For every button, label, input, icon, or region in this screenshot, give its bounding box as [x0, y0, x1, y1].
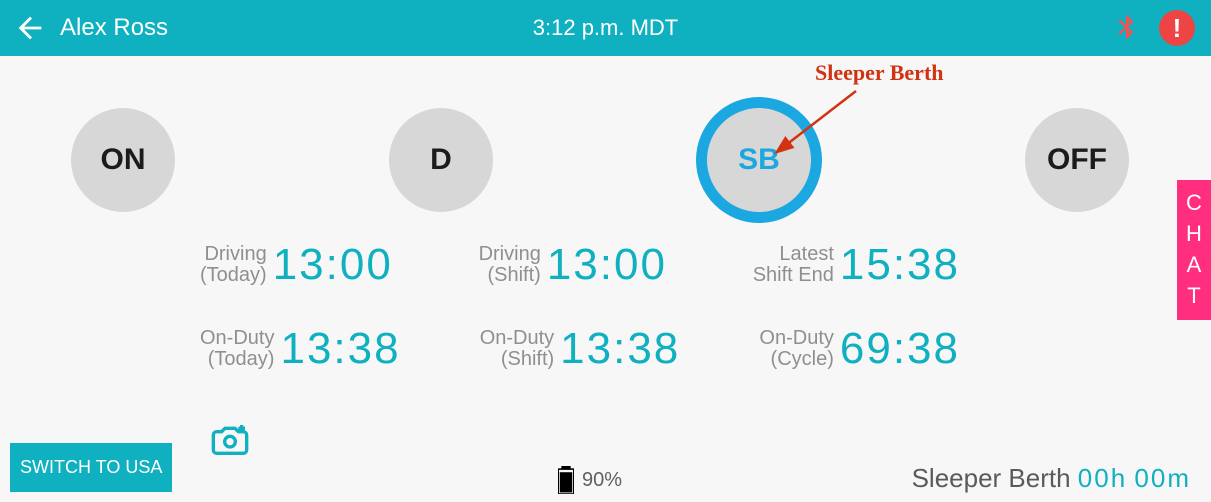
chat-letter: A [1187, 250, 1202, 281]
app-root: Alex Ross 3:12 p.m. MDT ! ON D SB OFF Sl… [0, 0, 1211, 502]
metric-label: Latest Shift End [753, 244, 834, 286]
chat-tab[interactable]: C H A T [1177, 180, 1211, 320]
driver-name: Alex Ross [60, 14, 168, 42]
annotation-label: Sleeper Berth [815, 60, 944, 86]
clock-display: 3:12 p.m. MDT [533, 15, 678, 41]
annotation-arrow-icon [770, 85, 870, 165]
metrics-grid: Driving (Today) 13:00 Driving (Shift) 13… [200, 240, 960, 408]
exclamation-icon: ! [1173, 13, 1182, 44]
metric-value: 15:38 [840, 240, 960, 290]
metric-value: 13:00 [547, 240, 667, 290]
metric-label: Driving (Shift) [479, 244, 541, 286]
status-d-button[interactable]: D [389, 108, 493, 212]
metric-onduty-today: On-Duty (Today) 13:38 [200, 324, 401, 374]
status-on-button[interactable]: ON [71, 108, 175, 212]
status-off-button[interactable]: OFF [1025, 108, 1129, 212]
battery-icon [558, 466, 574, 494]
metric-value: 13:38 [560, 324, 680, 374]
chat-letter: T [1187, 281, 1200, 312]
metric-label: On-Duty (Shift) [480, 328, 554, 370]
alert-badge[interactable]: ! [1159, 10, 1195, 46]
status-d-wrap: D [378, 97, 504, 223]
chat-letter: C [1186, 188, 1202, 219]
bluetooth-status-icon[interactable] [1111, 10, 1141, 49]
metric-value: 13:38 [280, 324, 400, 374]
metric-label: Driving (Today) [200, 244, 267, 286]
status-off-wrap: OFF [1014, 97, 1140, 223]
app-header: Alex Ross 3:12 p.m. MDT ! [0, 0, 1211, 56]
back-button[interactable] [0, 0, 60, 56]
bluetooth-icon [1111, 10, 1141, 44]
summary-label: Sleeper Berth [912, 463, 1071, 493]
metric-label: On-Duty (Cycle) [759, 328, 833, 370]
chat-letter: H [1186, 219, 1202, 250]
summary-hours: 00h [1078, 463, 1127, 493]
metric-onduty-shift: On-Duty (Shift) 13:38 [480, 324, 681, 374]
metric-value: 69:38 [840, 324, 960, 374]
metric-driving-shift: Driving (Shift) 13:00 [479, 240, 667, 290]
add-photo-button[interactable] [210, 423, 250, 462]
status-on-wrap: ON [60, 97, 186, 223]
camera-plus-icon [210, 423, 250, 457]
arrow-left-icon [13, 11, 47, 45]
metric-onduty-cycle: On-Duty (Cycle) 69:38 [759, 324, 960, 374]
metric-value: 13:00 [273, 240, 393, 290]
status-row: ON D SB OFF [60, 100, 1140, 220]
metric-driving-today: Driving (Today) 13:00 [200, 240, 393, 290]
battery-status: 90% [558, 466, 622, 494]
switch-country-button[interactable]: SWITCH TO USA [10, 443, 172, 492]
status-summary: Sleeper Berth 00h 00m [912, 463, 1191, 494]
metric-latest-shift-end: Latest Shift End 15:38 [753, 240, 960, 290]
summary-minutes: 00m [1134, 463, 1191, 493]
battery-percent: 90% [582, 469, 622, 492]
metrics-row-2: On-Duty (Today) 13:38 On-Duty (Shift) 13… [200, 324, 960, 374]
metric-label: On-Duty (Today) [200, 328, 274, 370]
metrics-row-1: Driving (Today) 13:00 Driving (Shift) 13… [200, 240, 960, 290]
